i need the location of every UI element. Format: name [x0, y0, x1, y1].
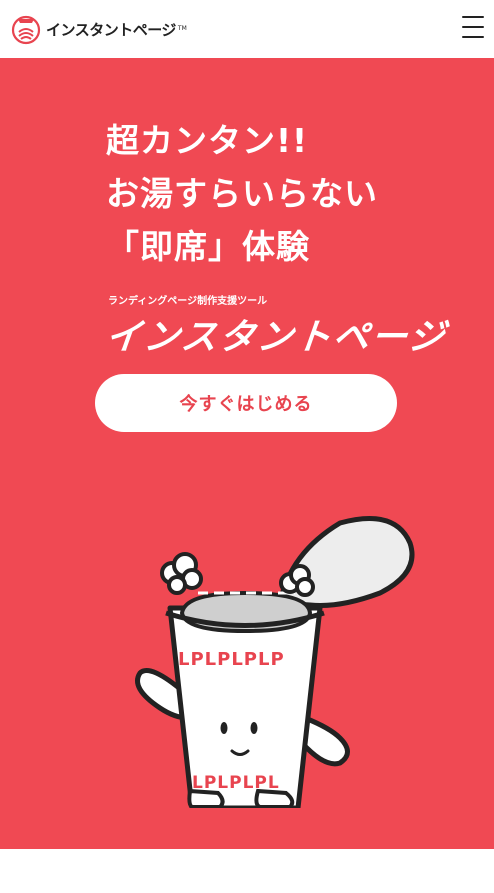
headline-line-2: お湯すらいらない [106, 174, 378, 213]
content-below-hero [0, 849, 494, 893]
brand-name: インスタントページ [46, 20, 176, 39]
headline-line-3: 「即席」体験 [106, 227, 310, 266]
product-tagline: ランディングページ制作支援ツール [108, 296, 268, 307]
start-now-button[interactable]: 今すぐはじめる [95, 374, 397, 432]
brand-link[interactable]: インスタントページ TM [10, 13, 187, 45]
cup-print-top: LPLPLPLP [178, 649, 285, 670]
brand-trademark: TM [177, 25, 187, 32]
hamburger-menu-icon[interactable] [462, 16, 484, 38]
site-header: インスタントページ TM [0, 0, 494, 58]
menu-bar [462, 26, 484, 28]
headline-line-1: 超カンタン!! [106, 121, 309, 160]
cup-noodle-mascot-illustration: LPLPLPLP LPLPLPL [135, 516, 415, 808]
brand-logo-icon [11, 15, 41, 45]
hero-headline: 超カンタン!! お湯すらいらない 「即席」体験 [106, 114, 378, 273]
menu-bar [462, 16, 484, 18]
menu-bar [462, 36, 484, 38]
hero-section: 超カンタン!! お湯すらいらない 「即席」体験 ランディングページ制作支援ツール… [0, 58, 494, 849]
product-logo-text: インスタントページ [103, 317, 449, 358]
